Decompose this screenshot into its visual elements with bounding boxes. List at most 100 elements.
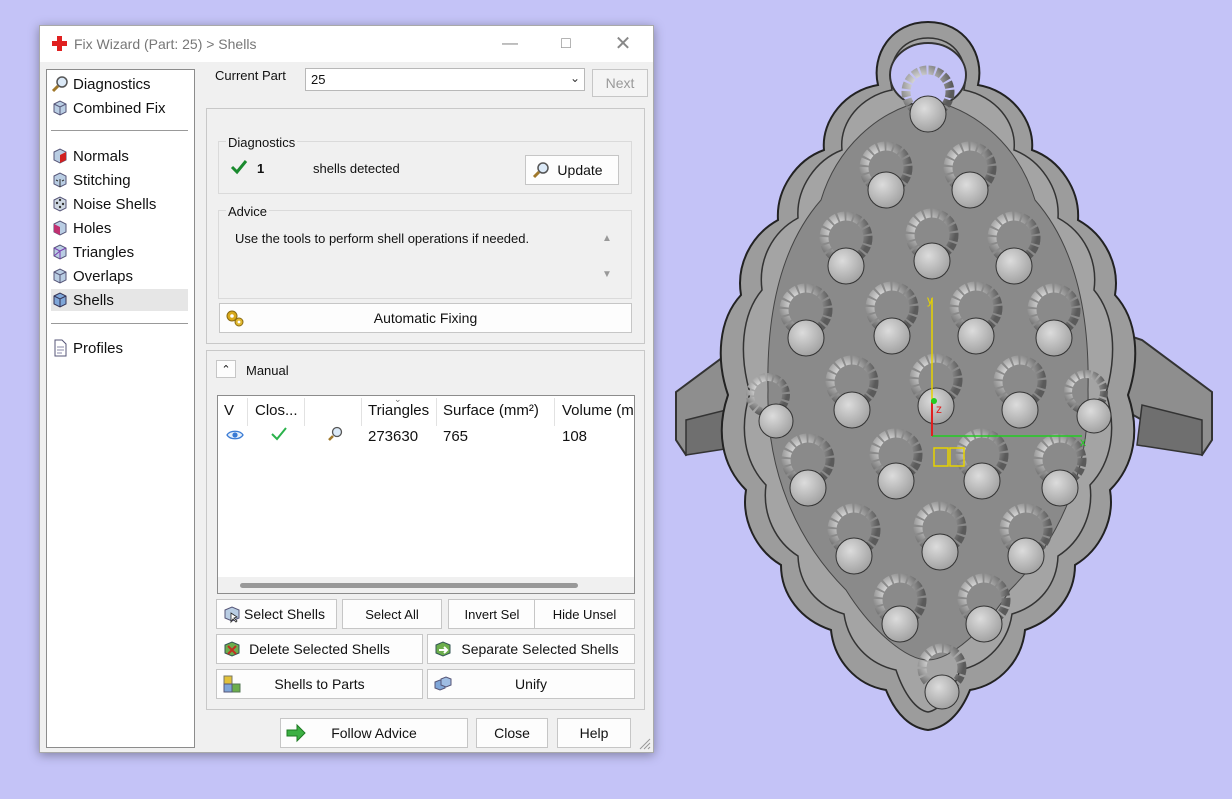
nav-item-normals[interactable]: Normals [51,145,188,167]
shells-to-parts-button[interactable]: Shells to Parts [216,669,423,699]
column-divider [304,398,305,426]
current-part-label: Current Part [215,68,286,83]
overlaps-cube-icon [53,268,67,284]
nav-item-label: Combined Fix [73,99,166,117]
horizontal-scrollbar[interactable] [218,577,634,593]
nav-divider [51,130,188,131]
scroll-down-arrow-icon[interactable]: ▼ [602,269,612,280]
nav-item-label: Normals [73,147,129,165]
nav-item-profiles[interactable]: Profiles [51,337,188,359]
nav-item-noise-shells[interactable]: Noise Shells [51,193,188,215]
update-button[interactable]: Update [525,155,619,185]
nav-item-label: Shells [73,291,114,309]
nav-item-label: Diagnostics [73,75,151,93]
col-header-volume[interactable]: Volume (m [562,402,634,419]
nav-divider [51,323,188,324]
nav-item-stitching[interactable]: Stitching [51,169,188,191]
col-header-visible[interactable]: V [224,402,234,419]
chevron-up-icon: ⌃ [221,363,231,376]
automatic-fixing-button[interactable]: Automatic Fixing [219,303,632,333]
nav-item-combined-fix[interactable]: Combined Fix [51,97,188,119]
triangles-cube-icon [53,244,67,260]
window-title: Fix Wizard (Part: 25) > Shells [74,36,257,52]
select-all-button[interactable]: Select All [342,599,442,629]
3d-viewport[interactable]: y x z [656,0,1232,796]
help-button[interactable]: Help [557,718,631,748]
column-divider [361,398,362,426]
nav-item-holes[interactable]: Holes [51,217,188,239]
delete-selected-shells-label: Delete Selected Shells [249,641,390,657]
col-header-surface[interactable]: Surface (mm²) [443,402,539,419]
collapse-manual-button[interactable]: ⌃ [216,360,236,378]
ring-model: y x z [675,20,1213,732]
diagnostics-title: Diagnostics [226,135,298,150]
x-axis-label: x [1080,435,1086,449]
current-part-value: 25 [311,72,326,87]
nav-item-label: Stitching [73,171,131,189]
magnifier-icon[interactable] [326,425,344,443]
close-window-button[interactable]: ✕ [600,26,646,62]
cell-volume: 108 [562,428,588,445]
col-header-closed[interactable]: Clos... [255,402,298,419]
advice-title: Advice [226,204,270,219]
shells-table[interactable]: V Clos... Triangles ⌄ Surface (mm²) Volu… [217,395,635,594]
stitching-cube-icon [53,172,67,188]
resize-grip-icon[interactable] [639,738,651,750]
nav-item-label: Holes [73,219,112,237]
fix-wizard-dialog: Fix Wizard (Part: 25) > Shells — □ ✕ Dia… [39,25,654,753]
fix-nav-panel: Diagnostics Combined Fix Normals Stitchi… [46,69,195,748]
gears-icon [226,310,244,327]
shells-detected-text: shells detected [313,161,400,176]
magnifier-icon [532,162,549,179]
automatic-fixing-label: Automatic Fixing [373,310,478,326]
shells-to-parts-label: Shells to Parts [274,676,365,692]
nav-item-label: Noise Shells [73,195,157,213]
y-axis-label: y [927,293,933,307]
select-shells-label: Select Shells [244,606,325,622]
advice-textbox[interactable]: Use the tools to perform shell operation… [230,224,614,286]
title-bar[interactable]: Fix Wizard (Part: 25) > Shells — □ ✕ [40,26,653,62]
column-divider [436,398,437,426]
nav-item-shells[interactable]: Shells [51,289,188,311]
nav-item-label: Overlaps [73,267,134,285]
z-axis-label: z [936,402,942,416]
delete-selected-shells-button[interactable]: Delete Selected Shells [216,634,423,664]
follow-advice-button[interactable]: Follow Advice [280,718,468,748]
nav-item-diagnostics[interactable]: Diagnostics [51,73,188,95]
eye-icon[interactable] [226,428,244,442]
column-divider [554,398,555,426]
maximize-button[interactable]: □ [543,26,589,62]
shells-cube-icon [53,292,67,308]
minimize-button[interactable]: — [487,26,533,62]
scroll-up-arrow-icon[interactable]: ▲ [602,233,612,244]
separate-cube-icon [435,641,451,657]
delete-cube-icon [224,641,240,657]
column-divider [247,398,248,426]
current-part-select[interactable]: 25 ⌄ [305,68,585,91]
invert-sel-button[interactable]: Invert Sel [448,599,536,629]
close-button[interactable]: Close [476,718,548,748]
cell-surface: 765 [443,428,469,445]
unify-button[interactable]: Unify [427,669,635,699]
unify-cubes-icon [434,676,452,691]
separate-selected-shells-button[interactable]: Separate Selected Shells [427,634,635,664]
shells-to-parts-icon [223,675,241,693]
noise-shells-icon [53,196,67,212]
chevron-down-icon: ⌄ [569,71,580,85]
unify-label: Unify [515,676,547,692]
nav-item-overlaps[interactable]: Overlaps [51,265,188,287]
nav-item-label: Triangles [73,243,135,261]
scrollbar-thumb[interactable] [240,583,578,588]
separate-selected-shells-label: Separate Selected Shells [461,641,619,657]
nav-item-triangles[interactable]: Triangles [51,241,188,263]
select-shells-button[interactable]: Select Shells [216,599,337,629]
cube-icon [53,100,67,116]
green-arrow-icon [286,723,306,743]
update-label: Update [557,162,603,178]
next-button[interactable]: Next [592,69,648,97]
hide-unsel-button[interactable]: Hide Unsel [534,599,635,629]
red-cross-icon [52,36,67,51]
normals-cube-icon [53,148,67,164]
sort-indicator-icon: ⌄ [394,395,402,404]
holes-cube-icon [53,220,67,236]
